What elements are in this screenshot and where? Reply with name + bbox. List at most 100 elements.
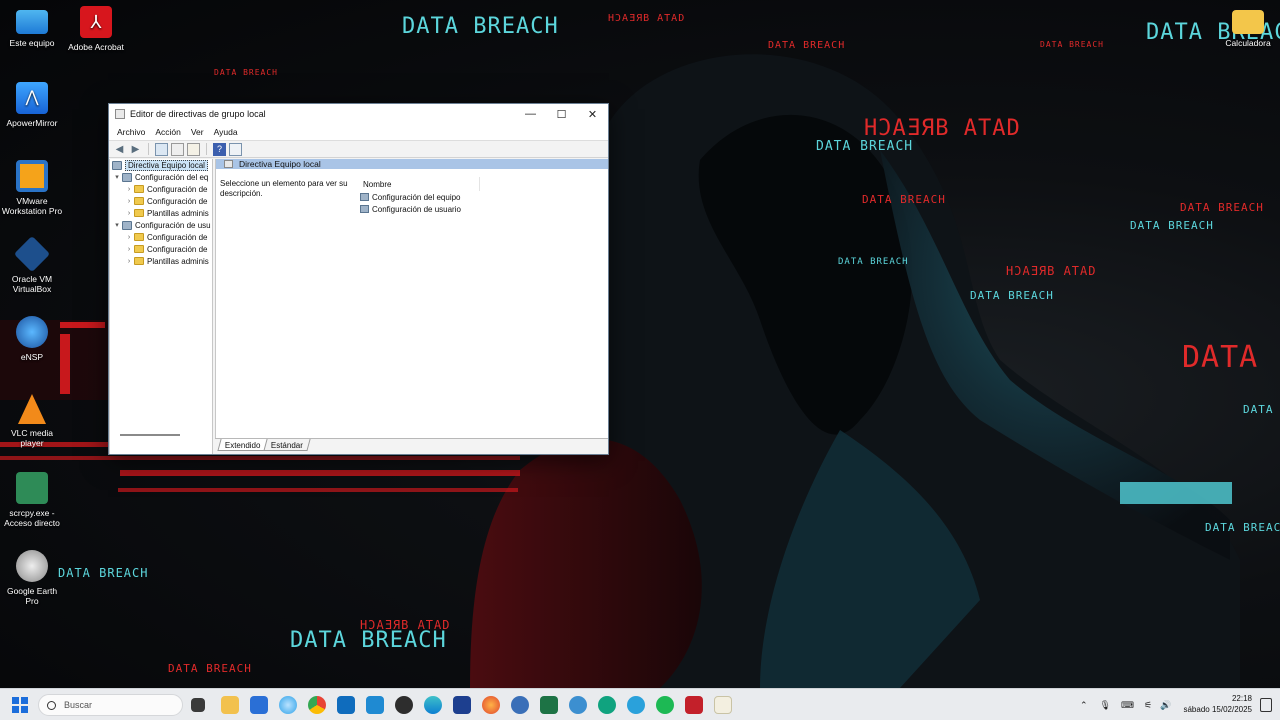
help-icon[interactable]: ? [213, 142, 226, 156]
desktop-icon-apowermirror[interactable]: ⋀ ApowerMirror [0, 82, 64, 128]
desktop-icon-vlc[interactable]: VLC media player [0, 394, 64, 448]
notepad-icon[interactable] [714, 696, 732, 714]
menu-ayuda[interactable]: Ayuda [209, 127, 243, 137]
glitch-bar [60, 322, 105, 328]
wallpaper-text: DATA BREACH [1205, 521, 1280, 534]
file-explorer-icon[interactable] [221, 696, 239, 714]
desktop-icon-virtualbox[interactable]: Oracle VM VirtualBox [0, 235, 64, 294]
edge-icon[interactable] [424, 696, 442, 714]
app-icon[interactable] [569, 696, 587, 714]
view-icon[interactable] [229, 142, 242, 156]
wallpaper-text: DATA BREACH [1130, 219, 1214, 232]
chevron-right-icon[interactable]: › [124, 210, 134, 217]
chevron-right-icon[interactable]: › [124, 186, 134, 193]
desktop-icon-vmware[interactable]: VMware Workstation Pro [0, 160, 64, 216]
taskbar-search-box[interactable]: Buscar [38, 694, 183, 716]
app-icon[interactable] [395, 696, 413, 714]
vscode-icon[interactable] [366, 696, 384, 714]
tree-pane: Directiva Equipo local ▾ Configuración d… [109, 159, 213, 454]
windows-logo-icon [12, 697, 19, 704]
wallpaper-text: DATA [1243, 403, 1274, 416]
minimize-button[interactable]: — [515, 104, 546, 124]
photos-icon[interactable] [279, 696, 297, 714]
description-text: Seleccione un elemento para ver su descr… [220, 179, 348, 198]
desktop-icon-adobe-acrobat[interactable]: ⅄ Adobe Acrobat [64, 6, 128, 52]
back-arrow-icon[interactable]: ◀ [113, 143, 126, 156]
excel-icon[interactable] [540, 696, 558, 714]
user-config-icon [360, 205, 369, 213]
tree-item-label: Plantillas adminis [147, 256, 209, 266]
list-item[interactable]: Configuración de usuario [360, 203, 480, 215]
menu-archivo[interactable]: Archivo [112, 127, 150, 137]
computer-config-icon [360, 193, 369, 201]
items-list: Nombre Configuración del equipo Configur… [360, 177, 480, 215]
tab-extendido[interactable]: Extendido [217, 439, 269, 451]
tree-item-label: Configuración de [147, 232, 208, 242]
desktop-icon-este-equipo[interactable]: Este equipo [0, 6, 64, 48]
chevron-right-icon[interactable]: › [124, 198, 134, 205]
desktop-icon-google-earth[interactable]: Google Earth Pro [0, 550, 64, 606]
chevron-up-icon[interactable]: ⌃ [1080, 700, 1088, 711]
policy-icon [112, 160, 122, 170]
tree-item-plantillas-administrativas-usuario[interactable]: › Plantillas adminis [110, 255, 212, 267]
chevron-down-icon[interactable]: ▾ [112, 173, 122, 181]
tab-estandar[interactable]: Estándar [262, 439, 311, 451]
list-item[interactable]: Configuración del equipo [360, 191, 480, 203]
chevron-right-icon[interactable]: › [124, 258, 134, 265]
tab-label: Extendido [224, 441, 261, 450]
close-button[interactable]: ✕ [577, 104, 608, 124]
tree-item-configuracion-software[interactable]: › Configuración de [110, 183, 212, 195]
desktop-icon-scrcpy[interactable]: scrcpy.exe - Acceso directo [0, 472, 64, 528]
column-header-nombre[interactable]: Nombre [360, 177, 480, 191]
wallpaper-text: DATA BREACH [58, 566, 149, 580]
outlook-icon[interactable] [337, 696, 355, 714]
tree-item-plantillas-administrativas[interactable]: › Plantillas adminis [110, 207, 212, 219]
desktop-icon-label: eNSP [20, 352, 44, 362]
maximize-button[interactable]: ☐ [546, 104, 577, 124]
tree-item-configuracion-equipo[interactable]: ▾ Configuración del eq [110, 171, 212, 183]
spotify-icon[interactable] [656, 696, 674, 714]
chevron-right-icon[interactable]: › [124, 246, 134, 253]
notification-icon[interactable] [1260, 698, 1272, 712]
chrome-icon[interactable] [308, 696, 326, 714]
title-bar[interactable]: Editor de directivas de grupo local — ☐ … [109, 104, 608, 124]
show-hide-tree-icon[interactable] [155, 142, 168, 156]
tree-item-configuracion-windows-usuario[interactable]: › Configuración de [110, 243, 212, 255]
chatgpt-icon[interactable] [598, 696, 616, 714]
app-icon[interactable] [685, 696, 703, 714]
tree-horizontal-scrollbar[interactable] [120, 434, 180, 436]
menu-ver[interactable]: Ver [186, 127, 209, 137]
chevron-down-icon[interactable]: ▾ [112, 221, 122, 229]
glitch-bar [118, 488, 518, 492]
keyboard-icon[interactable]: ⌨ [1121, 700, 1134, 711]
forward-arrow-icon[interactable]: ▶ [129, 143, 142, 156]
task-view-icon[interactable] [191, 698, 205, 712]
tree-item-configuracion-windows[interactable]: › Configuración de [110, 195, 212, 207]
app-icon[interactable] [453, 696, 471, 714]
desktop-icon-calculadora[interactable]: Calculadora [1216, 6, 1280, 48]
tree-item-label: Configuración del eq [135, 172, 209, 182]
start-button[interactable] [12, 697, 28, 713]
tree-item-configuracion-software-usuario[interactable]: › Configuración de [110, 231, 212, 243]
tree-item-label: Configuración de [147, 196, 208, 206]
chevron-right-icon[interactable]: › [124, 234, 134, 241]
microphone-icon[interactable]: 🎙 [1100, 700, 1111, 711]
user-config-icon [122, 220, 132, 230]
clock[interactable]: 22:18 sábado 15/02/2025 [1183, 693, 1252, 715]
tab-label: Estándar [270, 441, 303, 450]
wifi-icon[interactable]: ⚟ [1144, 700, 1152, 711]
tree-item-configuracion-usuario[interactable]: ▾ Configuración de usu [110, 219, 212, 231]
telegram-icon[interactable] [627, 696, 645, 714]
desktop-icon-ensp[interactable]: eNSP [0, 316, 64, 362]
speaker-icon[interactable]: 🔊 [1160, 700, 1171, 711]
vlc-cone-icon [18, 394, 46, 424]
firefox-icon[interactable] [482, 696, 500, 714]
menu-accion[interactable]: Acción [150, 127, 186, 137]
microsoft-store-icon[interactable] [250, 696, 268, 714]
properties-icon[interactable] [171, 142, 184, 156]
export-list-icon[interactable] [187, 142, 200, 156]
glitch-bar [120, 470, 520, 476]
desktop-icon-label: VMware Workstation Pro [1, 196, 63, 216]
app-icon[interactable] [511, 696, 529, 714]
tree-item-directiva-equipo-local[interactable]: Directiva Equipo local [110, 159, 212, 171]
